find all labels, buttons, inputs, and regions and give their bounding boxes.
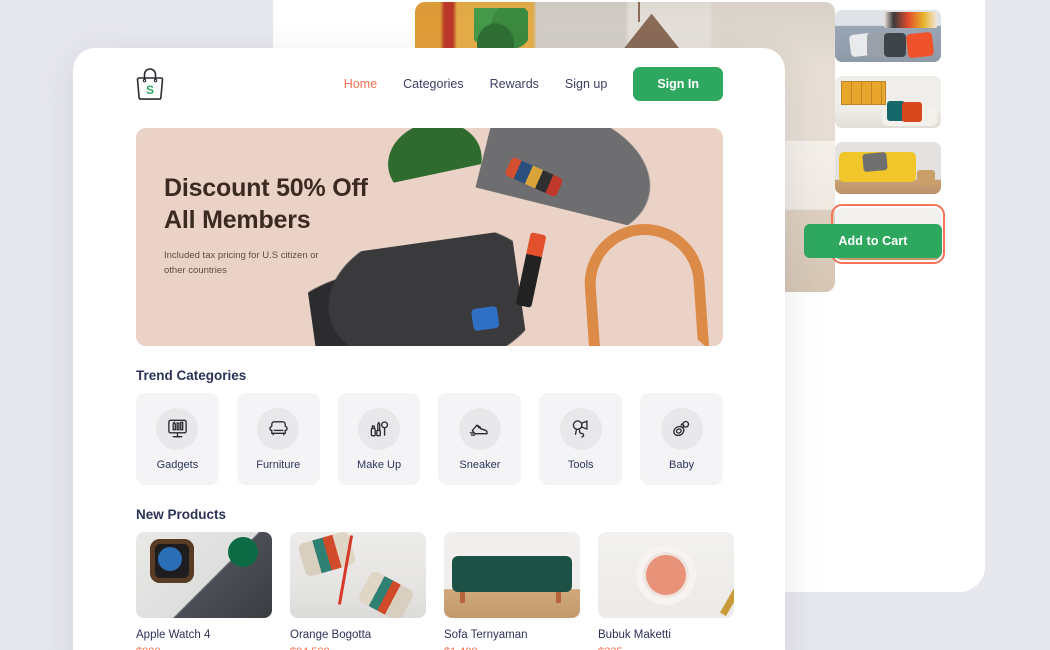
nav-item-signup[interactable]: Sign up <box>565 77 607 91</box>
product-card[interactable]: Sofa Ternyaman $1.409 <box>444 532 580 650</box>
product-card[interactable]: Bubuk Maketti $225 <box>598 532 734 650</box>
monitor-tools-icon <box>156 407 199 450</box>
shopping-bag-logo[interactable]: S <box>135 67 165 101</box>
product-name: Bubuk Maketti <box>598 629 671 641</box>
site-header: S Home Categories Rewards Sign up Sign I… <box>73 48 785 120</box>
category-furniture[interactable]: Furniture <box>236 393 320 485</box>
product-name: Sofa Ternyaman <box>444 629 528 641</box>
product-card[interactable]: Apple Watch 4 $890 <box>136 532 272 650</box>
product-price: $1.409 <box>444 646 580 650</box>
product-name: Apple Watch 4 <box>136 629 211 641</box>
category-label: Furniture <box>256 458 301 471</box>
hairdryer-icon <box>559 407 602 450</box>
add-to-cart-button[interactable]: Add to Cart <box>804 224 942 258</box>
product-price: $94.509 <box>290 646 426 650</box>
hero-text-block: Discount 50% Off All Members Included ta… <box>164 172 368 278</box>
hero-title-line-1: Discount 50% Off <box>164 174 368 202</box>
nav-item-categories[interactable]: Categories <box>403 77 463 91</box>
product-thumbnail-1[interactable] <box>835 10 941 62</box>
product-name: Orange Bogotta <box>290 629 372 641</box>
sign-in-button[interactable]: Sign In <box>633 67 723 101</box>
armchair-icon <box>257 407 300 450</box>
storefront-card: S Home Categories Rewards Sign up Sign I… <box>73 48 785 650</box>
product-thumbnail-2[interactable] <box>835 76 941 128</box>
hero-subtitle-line-2: other countries <box>164 264 227 276</box>
product-price: $225 <box>598 646 734 650</box>
hero-banner[interactable]: Discount 50% Off All Members Included ta… <box>136 128 723 346</box>
category-makeup[interactable]: Make Up <box>337 393 421 485</box>
category-label: Sneaker <box>459 458 501 471</box>
category-label: Make Up <box>357 458 402 471</box>
category-sneaker[interactable]: Sneaker <box>438 393 522 485</box>
screen: Add to Cart S Home Categories Rewards Si… <box>0 0 1050 650</box>
hero-title-line-2: All Members <box>164 206 311 234</box>
main-navigation[interactable]: Home Categories Rewards Sign up Sign In <box>344 67 785 101</box>
category-label: Tools <box>567 458 594 471</box>
pacifier-icon <box>660 407 703 450</box>
nav-item-home[interactable]: Home <box>344 77 377 91</box>
product-thumbnail-rail[interactable] <box>831 10 945 264</box>
product-card[interactable]: Orange Bogotta $94.509 <box>290 532 426 650</box>
category-label: Gadgets <box>156 458 199 471</box>
cosmetics-icon <box>358 407 401 450</box>
trend-categories-heading: Trend Categories <box>136 368 247 383</box>
product-image[interactable] <box>136 532 272 618</box>
svg-text:S: S <box>146 83 154 97</box>
sneaker-icon <box>458 407 501 450</box>
category-baby[interactable]: Baby <box>640 393 723 485</box>
nav-item-rewards[interactable]: Rewards <box>490 77 539 91</box>
trend-categories-list: Gadgets Furniture Make Up Sneaker Tools … <box>73 393 785 485</box>
new-products-list: Apple Watch 4 $890 Orange Bogotta $94.50… <box>73 532 785 650</box>
product-price: $890 <box>136 646 272 650</box>
product-thumbnail-3[interactable] <box>835 142 941 194</box>
product-image[interactable] <box>290 532 426 618</box>
category-label: Baby <box>669 458 695 471</box>
category-gadgets[interactable]: Gadgets <box>136 393 219 485</box>
product-image[interactable] <box>444 532 580 618</box>
product-image[interactable] <box>598 532 734 618</box>
category-tools[interactable]: Tools <box>539 393 623 485</box>
hero-subtitle-line-1: Included tax pricing for U.S citizen or <box>164 250 319 261</box>
new-products-heading: New Products <box>136 507 227 522</box>
